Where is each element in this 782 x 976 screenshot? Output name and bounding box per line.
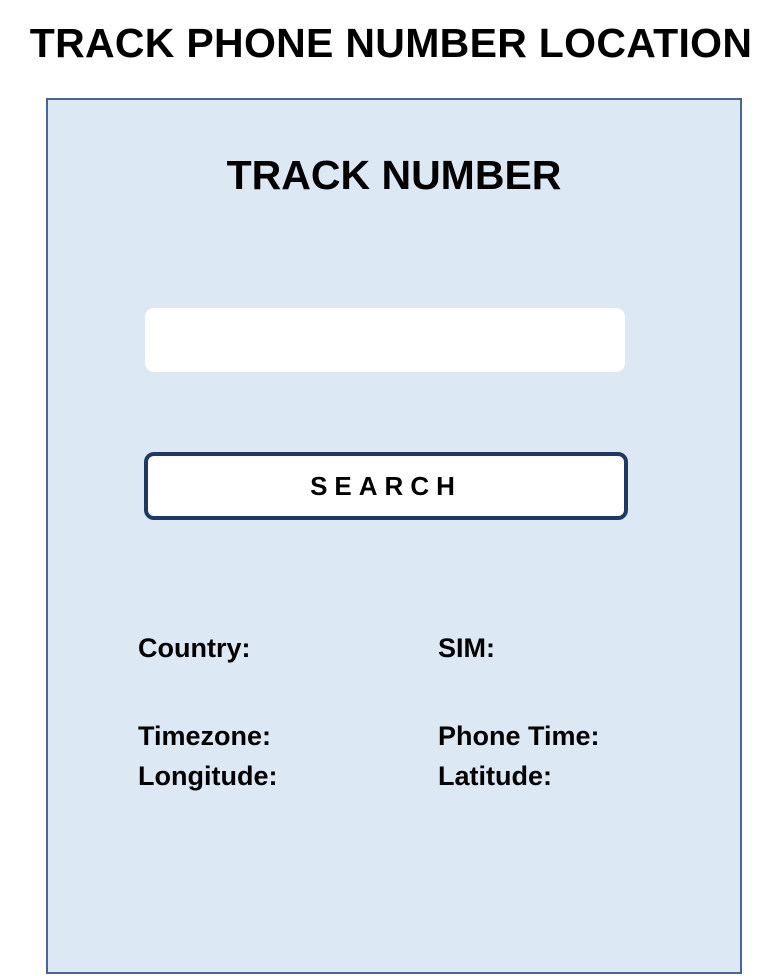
sim-label: SIM:: [438, 633, 495, 663]
latitude-label: Latitude:: [438, 761, 552, 791]
search-button[interactable]: SEARCH: [144, 452, 628, 520]
track-panel: TRACK NUMBER SEARCH Country: SIM: Timezo…: [46, 98, 742, 974]
longitude-label: Longitude:: [138, 761, 278, 791]
page-title: TRACK PHONE NUMBER LOCATION: [29, 20, 753, 66]
country-label: Country:: [138, 633, 251, 663]
timezone-label: Timezone:: [138, 721, 272, 751]
phone-time-label: Phone Time:: [438, 721, 600, 751]
panel-title: TRACK NUMBER: [226, 152, 562, 198]
phone-number-input[interactable]: [145, 308, 625, 372]
